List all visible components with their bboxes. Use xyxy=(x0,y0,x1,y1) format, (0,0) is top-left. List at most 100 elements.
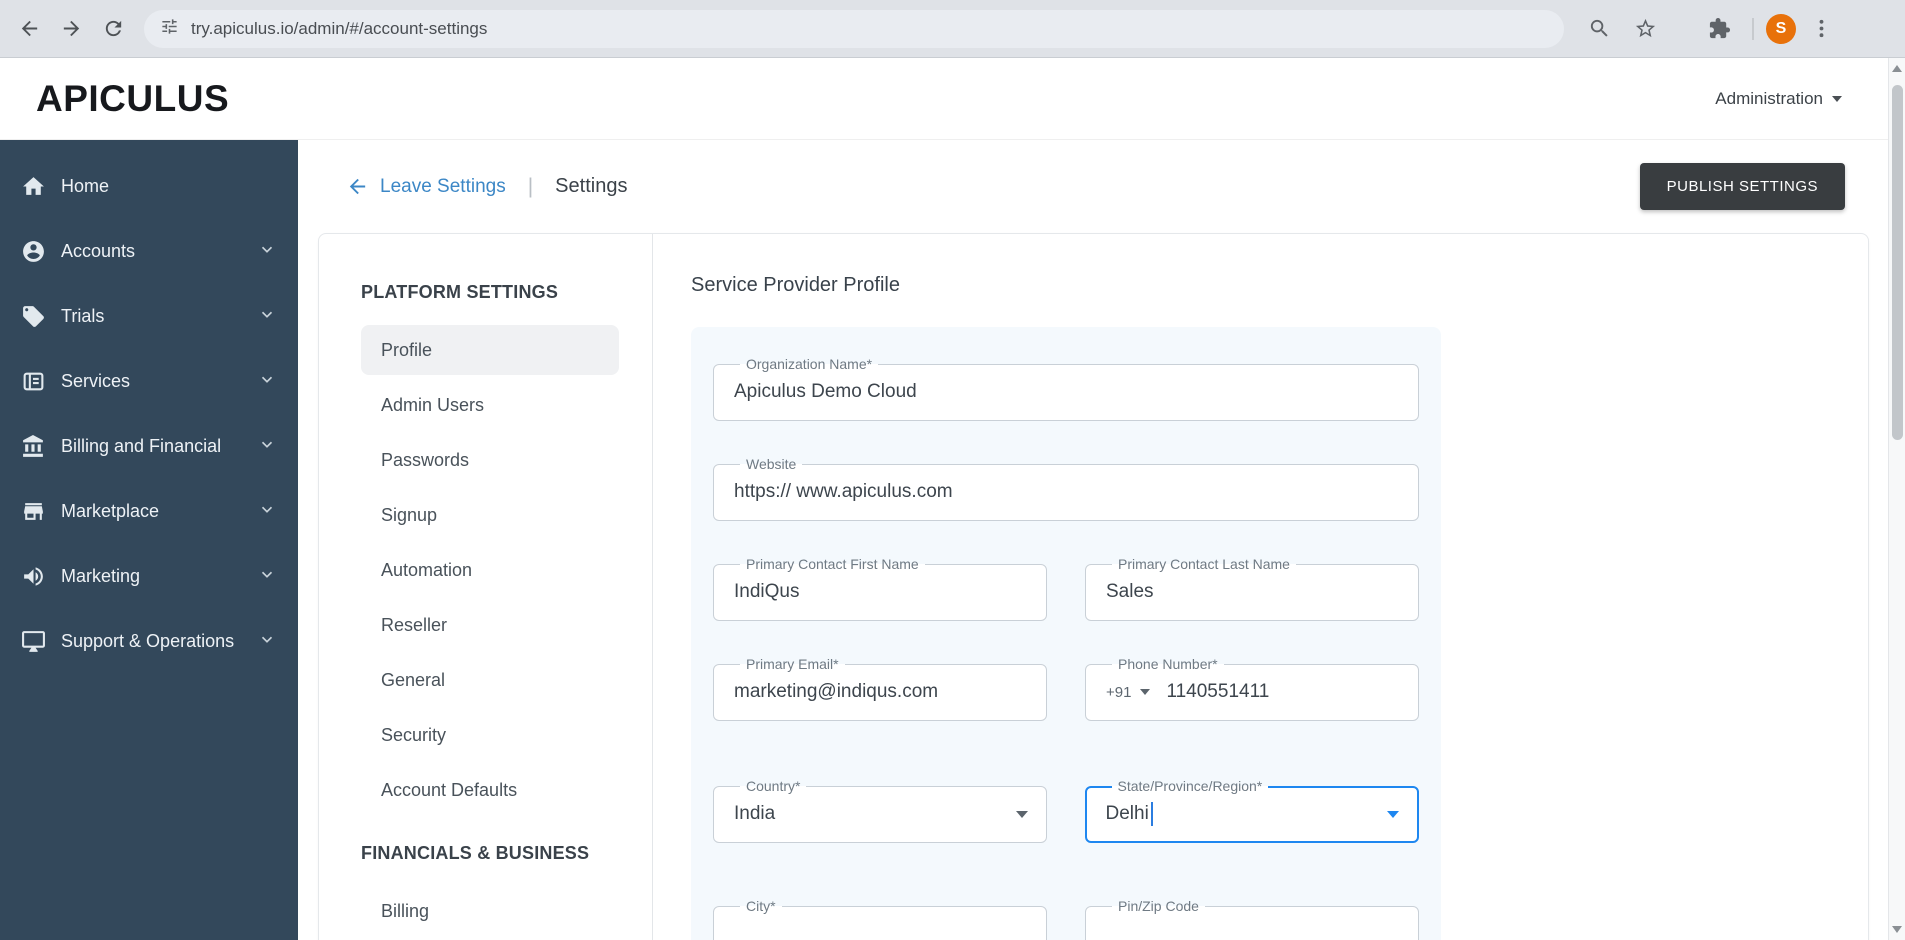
sidebar-item-support-operations[interactable]: Support & Operations xyxy=(0,609,298,674)
organization-name-label: Organization Name* xyxy=(746,356,873,372)
sidebar-item-label: Billing and Financial xyxy=(61,436,222,456)
chevron-down-icon[interactable] xyxy=(1387,810,1399,818)
scrollbar-thumb[interactable] xyxy=(1892,85,1903,440)
settings-nav-item-reseller[interactable]: Reseller xyxy=(361,600,619,650)
zip-value[interactable] xyxy=(1106,915,1418,940)
page-scrollbar[interactable] xyxy=(1888,58,1905,940)
sidebar-item-services[interactable]: Services xyxy=(0,349,298,414)
sidebar-item-label: Marketing xyxy=(61,566,141,586)
phone-number-value[interactable]: 1140551411 xyxy=(1166,681,1269,703)
chrome-menu-button[interactable] xyxy=(1800,8,1842,50)
back-arrow-icon xyxy=(349,178,366,195)
sidebar-item-home[interactable]: Home xyxy=(0,154,298,219)
chevron-down-icon[interactable] xyxy=(258,565,276,588)
settings-nav-item-admin-users[interactable]: Admin Users xyxy=(361,380,619,430)
settings-nav-item-general[interactable]: General xyxy=(361,655,619,705)
main-content: Leave Settings | Settings PUBLISH SETTIN… xyxy=(298,140,1888,940)
chevron-down-icon[interactable] xyxy=(258,435,276,458)
bookmark-button[interactable] xyxy=(1624,8,1666,50)
app-header: APICULUS Administration xyxy=(0,58,1888,140)
site-info-icon[interactable] xyxy=(160,17,179,41)
state-select[interactable]: State/Province/Region* Delhi xyxy=(1084,778,1419,843)
primary-email-value[interactable]: marketing@indiqus.com xyxy=(734,673,1046,711)
sidebar-item-marketing[interactable]: Marketing xyxy=(0,544,298,609)
chevron-down-icon[interactable] xyxy=(258,240,276,263)
sidebar-item-marketplace[interactable]: Marketplace xyxy=(0,479,298,544)
first-name-label: Primary Contact First Name xyxy=(746,556,919,572)
settings-nav-item-profile[interactable]: Profile xyxy=(361,325,619,375)
settings-nav-item-signup[interactable]: Signup xyxy=(361,490,619,540)
dial-code-select[interactable]: +91 xyxy=(1106,683,1151,701)
settings-section-heading: FINANCIALS & BUSINESS xyxy=(361,843,590,863)
website-label: Website xyxy=(746,456,797,472)
organization-name-field[interactable]: Organization Name* Apiculus Demo Cloud xyxy=(713,356,1419,421)
website-value[interactable]: https:// www.apiculus.com xyxy=(734,473,1418,511)
settings-nav-item-automation[interactable]: Automation xyxy=(361,545,619,595)
settings-content: Service Provider Profile Organization Na… xyxy=(653,234,1868,940)
sidebar-item-label: Services xyxy=(61,371,131,391)
forward-button[interactable] xyxy=(50,8,92,50)
profile-form: Organization Name* Apiculus Demo Cloud W… xyxy=(691,327,1441,940)
page: try.apiculus.io/admin/#/account-settings… xyxy=(0,0,1905,940)
first-name-field[interactable]: Primary Contact First Name IndiQus xyxy=(713,556,1047,621)
last-name-value[interactable]: Sales xyxy=(1106,573,1418,611)
administration-label: Administration xyxy=(1715,88,1823,108)
chevron-down-icon xyxy=(1140,689,1151,696)
primary-email-field[interactable]: Primary Email* marketing@indiqus.com xyxy=(713,656,1047,721)
sidebar: Home Accounts Trials Services Billing an… xyxy=(0,140,298,940)
forward-arrow-icon xyxy=(63,20,79,37)
country-label: Country* xyxy=(746,778,801,794)
phone-number-label: Phone Number* xyxy=(1118,656,1218,672)
scroll-up-arrow-icon[interactable] xyxy=(1892,65,1902,72)
publish-settings-button[interactable]: PUBLISH SETTINGS xyxy=(1639,163,1845,210)
first-name-value[interactable]: IndiQus xyxy=(734,573,1046,611)
settings-nav-item-security[interactable]: Security xyxy=(361,710,619,760)
scroll-down-arrow-icon[interactable] xyxy=(1892,926,1902,933)
settings-nav-item-passwords[interactable]: Passwords xyxy=(361,435,619,485)
chevron-down-icon[interactable] xyxy=(258,305,276,328)
chevron-down-icon[interactable] xyxy=(258,500,276,523)
leave-settings-link[interactable]: Leave Settings xyxy=(346,175,506,198)
administration-menu[interactable]: Administration xyxy=(1715,89,1842,109)
back-button[interactable] xyxy=(8,8,50,50)
website-field[interactable]: Website https:// www.apiculus.com xyxy=(713,456,1419,521)
reload-icon xyxy=(105,20,121,37)
chevron-down-icon[interactable] xyxy=(258,630,276,653)
sidebar-item-billing-and-financial[interactable]: Billing and Financial xyxy=(0,414,298,479)
profile-avatar[interactable]: S xyxy=(1766,13,1796,44)
chevron-down-icon[interactable] xyxy=(258,370,276,393)
section-title: Service Provider Profile xyxy=(691,274,900,296)
text-cursor xyxy=(1150,802,1153,827)
state-label: State/Province/Region* xyxy=(1117,778,1263,794)
puzzle-icon xyxy=(1709,17,1730,39)
sidebar-item-label: Support & Operations xyxy=(61,631,235,651)
city-value[interactable] xyxy=(734,915,1046,940)
last-name-label: Primary Contact Last Name xyxy=(1118,556,1290,572)
phone-number-field[interactable]: Phone Number* +91 1140551411 xyxy=(1085,656,1419,721)
chevron-down-icon[interactable] xyxy=(1015,810,1028,818)
sidebar-item-accounts[interactable]: Accounts xyxy=(0,219,298,284)
billing-icon xyxy=(20,434,46,460)
city-field[interactable]: City* xyxy=(713,898,1047,940)
zoom-button[interactable] xyxy=(1578,8,1620,50)
country-select[interactable]: Country* India xyxy=(713,778,1047,843)
sidebar-item-trials[interactable]: Trials xyxy=(0,284,298,349)
url-bar[interactable]: try.apiculus.io/admin/#/account-settings xyxy=(144,9,1564,48)
url-text[interactable]: try.apiculus.io/admin/#/account-settings xyxy=(191,19,487,39)
chevron-down-icon xyxy=(1832,95,1842,102)
country-value: India xyxy=(734,803,776,825)
organization-name-value[interactable]: Apiculus Demo Cloud xyxy=(734,373,1418,411)
settings-topbar: Leave Settings | Settings PUBLISH SETTIN… xyxy=(298,140,1888,233)
dial-code-value: +91 xyxy=(1106,683,1132,701)
city-label: City* xyxy=(746,898,776,914)
services-icon xyxy=(20,369,46,395)
settings-nav-item-billing[interactable]: Billing xyxy=(361,886,619,936)
last-name-field[interactable]: Primary Contact Last Name Sales xyxy=(1085,556,1419,621)
apiculus-logo: APICULUS xyxy=(36,77,230,119)
settings-nav-item-account-defaults[interactable]: Account Defaults xyxy=(361,765,619,815)
zip-label: Pin/Zip Code xyxy=(1118,898,1199,914)
settings-nav: PLATFORM SETTINGS Profile Admin Users Pa… xyxy=(319,234,653,940)
extensions-button[interactable] xyxy=(1698,8,1740,50)
reload-button[interactable] xyxy=(92,8,134,50)
zip-field[interactable]: Pin/Zip Code xyxy=(1085,898,1419,940)
